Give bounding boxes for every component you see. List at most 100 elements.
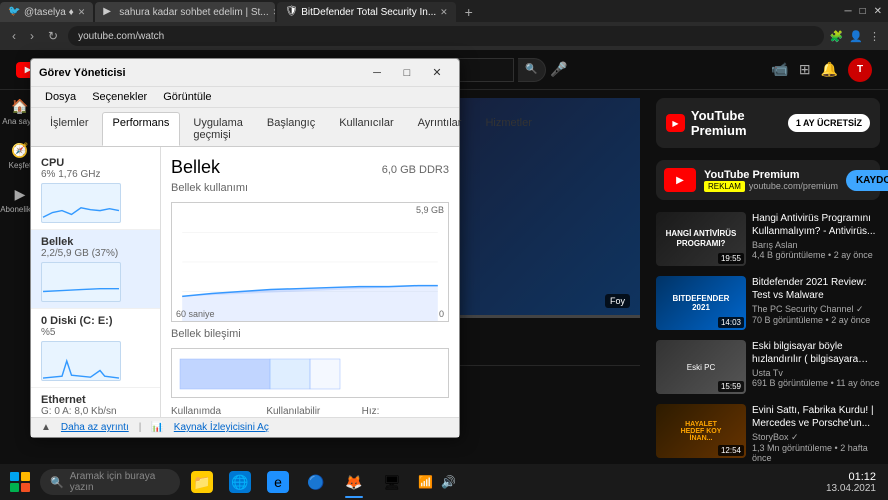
taskbar-app-extra[interactable]: 🖥	[374, 464, 410, 500]
rec-item-1[interactable]: HANGİ ANTİVİRÜSPROGRAMI? 19:55 Hangi Ant…	[656, 212, 880, 266]
premium-banner-logo: YouTube Premium	[666, 108, 780, 138]
taskbar-edge[interactable]: 🌐	[222, 464, 258, 500]
task-manager-titlebar: Görev Yöneticisi ─ □ ✕	[31, 59, 459, 87]
perf-cpu-graph	[41, 183, 121, 223]
browser-tab-1[interactable]: 🐦 @taselya ♦ ✕	[0, 2, 93, 22]
back-button[interactable]: ‹	[8, 27, 20, 45]
rec-meta-2: 70 B görüntüleme • 2 ay önce	[752, 315, 880, 325]
tm-close-button[interactable]: ✕	[423, 63, 451, 83]
stat-kullanılabilir: Kullanılabilir 3,8 GB	[266, 406, 353, 417]
youtube-search-button[interactable]: 🔍	[518, 58, 546, 82]
perf-memory-graph	[41, 262, 121, 302]
rec-views-4: 1,3 Mn görüntüleme	[752, 443, 832, 453]
tab-uygulama-gecmisi[interactable]: Uygulama geçmişi	[182, 112, 254, 146]
rec-channel-4: StoryBox ✓	[752, 432, 880, 443]
video-overlay: Foy	[605, 294, 630, 308]
chrome-icon: 🔵	[305, 471, 327, 493]
main-content: ▶ YouTube 🔍 🎤 📹 ⊞ 🔔 T	[0, 50, 888, 464]
tab-ayrintilar[interactable]: Ayrıntılar	[407, 112, 473, 146]
stat-speed-label: Hız:	[362, 406, 449, 417]
rec-item-4[interactable]: HAYALETHEDEF KOYİNAN... 12:54 Evini Satt…	[656, 404, 880, 463]
taskbar-file-explorer[interactable]: 📁	[184, 464, 220, 500]
premium-trial-button[interactable]: 1 AY ÜCRETSİZ	[788, 114, 870, 132]
profile-icon[interactable]: 👤	[849, 30, 863, 43]
notifications-icon[interactable]: 🔔	[821, 61, 838, 78]
perf-disk-sub: %5	[41, 327, 150, 338]
rec-item-2[interactable]: BITDEFENDER2021 14:03 Bitdefender 2021 R…	[656, 276, 880, 330]
video-icon[interactable]: 📹	[771, 61, 788, 78]
resource-monitor-link[interactable]: Kaynak İzleyicisini Aç	[174, 422, 269, 433]
sidebar-explore-label: Keşfet	[9, 161, 32, 170]
tab-performans[interactable]: Performans	[102, 112, 181, 146]
new-tab-button[interactable]: +	[458, 2, 480, 22]
start-square-4	[21, 483, 30, 492]
task-manager-menubar: Dosya Seçenekler Görüntüle	[31, 87, 459, 108]
windows-search[interactable]: 🔍 Aramak için buraya yazın	[40, 469, 180, 495]
browser-tab-2[interactable]: ▶ sahura kadar sohbet edelim | St... ✕	[95, 2, 275, 22]
perf-memory[interactable]: Bellek 2,2/5,9 GB (37%)	[31, 230, 160, 309]
tab2-close[interactable]: ✕	[273, 7, 276, 18]
minimize-button[interactable]: ─	[844, 6, 851, 17]
tab-islemler[interactable]: İşlemler	[39, 112, 100, 146]
stat-speed: Hız:	[362, 406, 449, 417]
tm-maximize-button[interactable]: □	[393, 63, 421, 83]
sidebar-explore[interactable]: 🧭 Keşfet	[9, 142, 32, 170]
forward-button[interactable]: ›	[26, 27, 38, 45]
network-icon[interactable]: 📶	[418, 475, 433, 489]
user-avatar[interactable]: T	[848, 58, 872, 82]
rec-time-3: 11 ay önce	[836, 378, 879, 388]
taskbar-firefox[interactable]: 🦊	[336, 464, 372, 500]
mic-icon[interactable]: 🎤	[550, 61, 567, 78]
perf-disk-label: 0 Diski (C: E:)	[41, 315, 150, 327]
tab1-close[interactable]: ✕	[78, 7, 86, 18]
perf-ethernet-label: Ethernet	[41, 394, 150, 406]
memory-stats: Kullanımda 2,0 GB Kullanılabilir 3,8 GB …	[171, 406, 449, 417]
rec-item-3[interactable]: Eski PC 15:59 Eski bilgisayar böyle hızl…	[656, 340, 880, 394]
menu-secenekler[interactable]: Seçenekler	[86, 89, 153, 105]
premium-banner[interactable]: YouTube Premium 1 AY ÜCRETSİZ	[656, 98, 880, 148]
tab3-label: BitDefender Total Security In...	[301, 7, 436, 18]
menu-dosya[interactable]: Dosya	[39, 89, 82, 105]
taskbar-chrome[interactable]: 🔵	[298, 464, 334, 500]
performance-detail: Bellek 6,0 GB DDR3 Bellek kullanımı	[161, 147, 459, 417]
tab3-close[interactable]: ✕	[440, 7, 448, 18]
performance-sidebar: CPU 6% 1,76 GHz Bellek 2,2/5,9 GB (37%)	[31, 147, 161, 417]
browser-tab-3[interactable]: 🛡 BitDefender Total Security In... ✕	[277, 2, 455, 22]
perf-disk[interactable]: 0 Diski (C: E:) %5	[31, 309, 160, 388]
volume-icon[interactable]: 🔊	[441, 475, 456, 489]
tab-baslangic[interactable]: Başlangıç	[256, 112, 326, 146]
settings-icon[interactable]: ⋮	[869, 30, 880, 43]
task-manager-tabs: İşlemler Performans Uygulama geçmişi Baş…	[31, 108, 459, 147]
extensions-icon[interactable]: 🧩	[830, 30, 844, 43]
apps-icon[interactable]: ⊞	[799, 61, 811, 78]
stat-kullanımda: Kullanımda 2,0 GB	[171, 406, 258, 417]
browser-chrome: 🐦 @taselya ♦ ✕ ▶ sahura kadar sohbet ede…	[0, 0, 888, 500]
premium-subscribe-row[interactable]: YouTube Premium REKLAM youtube.com/premi…	[656, 160, 880, 200]
composition-label: Bellek bileşimi	[171, 328, 449, 340]
task-manager-body: CPU 6% 1,76 GHz Bellek 2,2/5,9 GB (37%)	[31, 147, 459, 417]
tab2-label: sahura kadar sohbet edelim | St...	[119, 7, 268, 18]
perf-ethernet[interactable]: Ethernet G: 0 A: 8,0 Kb/sn	[31, 388, 160, 417]
start-button[interactable]	[4, 466, 36, 498]
tab1-label: @taselya ♦	[24, 7, 74, 18]
taskbar-ie[interactable]: e	[260, 464, 296, 500]
chart-min-label: 0	[439, 309, 444, 319]
tab-hizmetler[interactable]: Hizmetler	[474, 112, 542, 146]
maximize-button[interactable]: □	[860, 6, 866, 17]
clock[interactable]: 01:12 13.04.2021	[826, 471, 884, 494]
tab-list: 🐦 @taselya ♦ ✕ ▶ sahura kadar sohbet ede…	[0, 0, 844, 22]
less-detail-link[interactable]: Daha az ayrıntı	[61, 422, 129, 433]
chart-max-label: 5,9 GB	[416, 205, 444, 215]
tm-minimize-button[interactable]: ─	[363, 63, 391, 83]
address-input[interactable]	[68, 26, 824, 46]
tab-kullanicilar[interactable]: Kullanıcılar	[328, 112, 404, 146]
kaydol-button[interactable]: KAYDOL	[846, 170, 888, 191]
rec-views-2: 70 B görüntüleme	[752, 315, 823, 325]
ie-icon: e	[267, 471, 289, 493]
menu-goruntule[interactable]: Görüntüle	[157, 89, 217, 105]
toolbar-icons: 🧩 👤 ⋮	[830, 30, 880, 43]
refresh-button[interactable]: ↻	[44, 27, 62, 45]
perf-cpu[interactable]: CPU 6% 1,76 GHz	[31, 151, 160, 230]
home-icon: 🏠	[11, 98, 28, 115]
close-button[interactable]: ✕	[874, 6, 882, 17]
